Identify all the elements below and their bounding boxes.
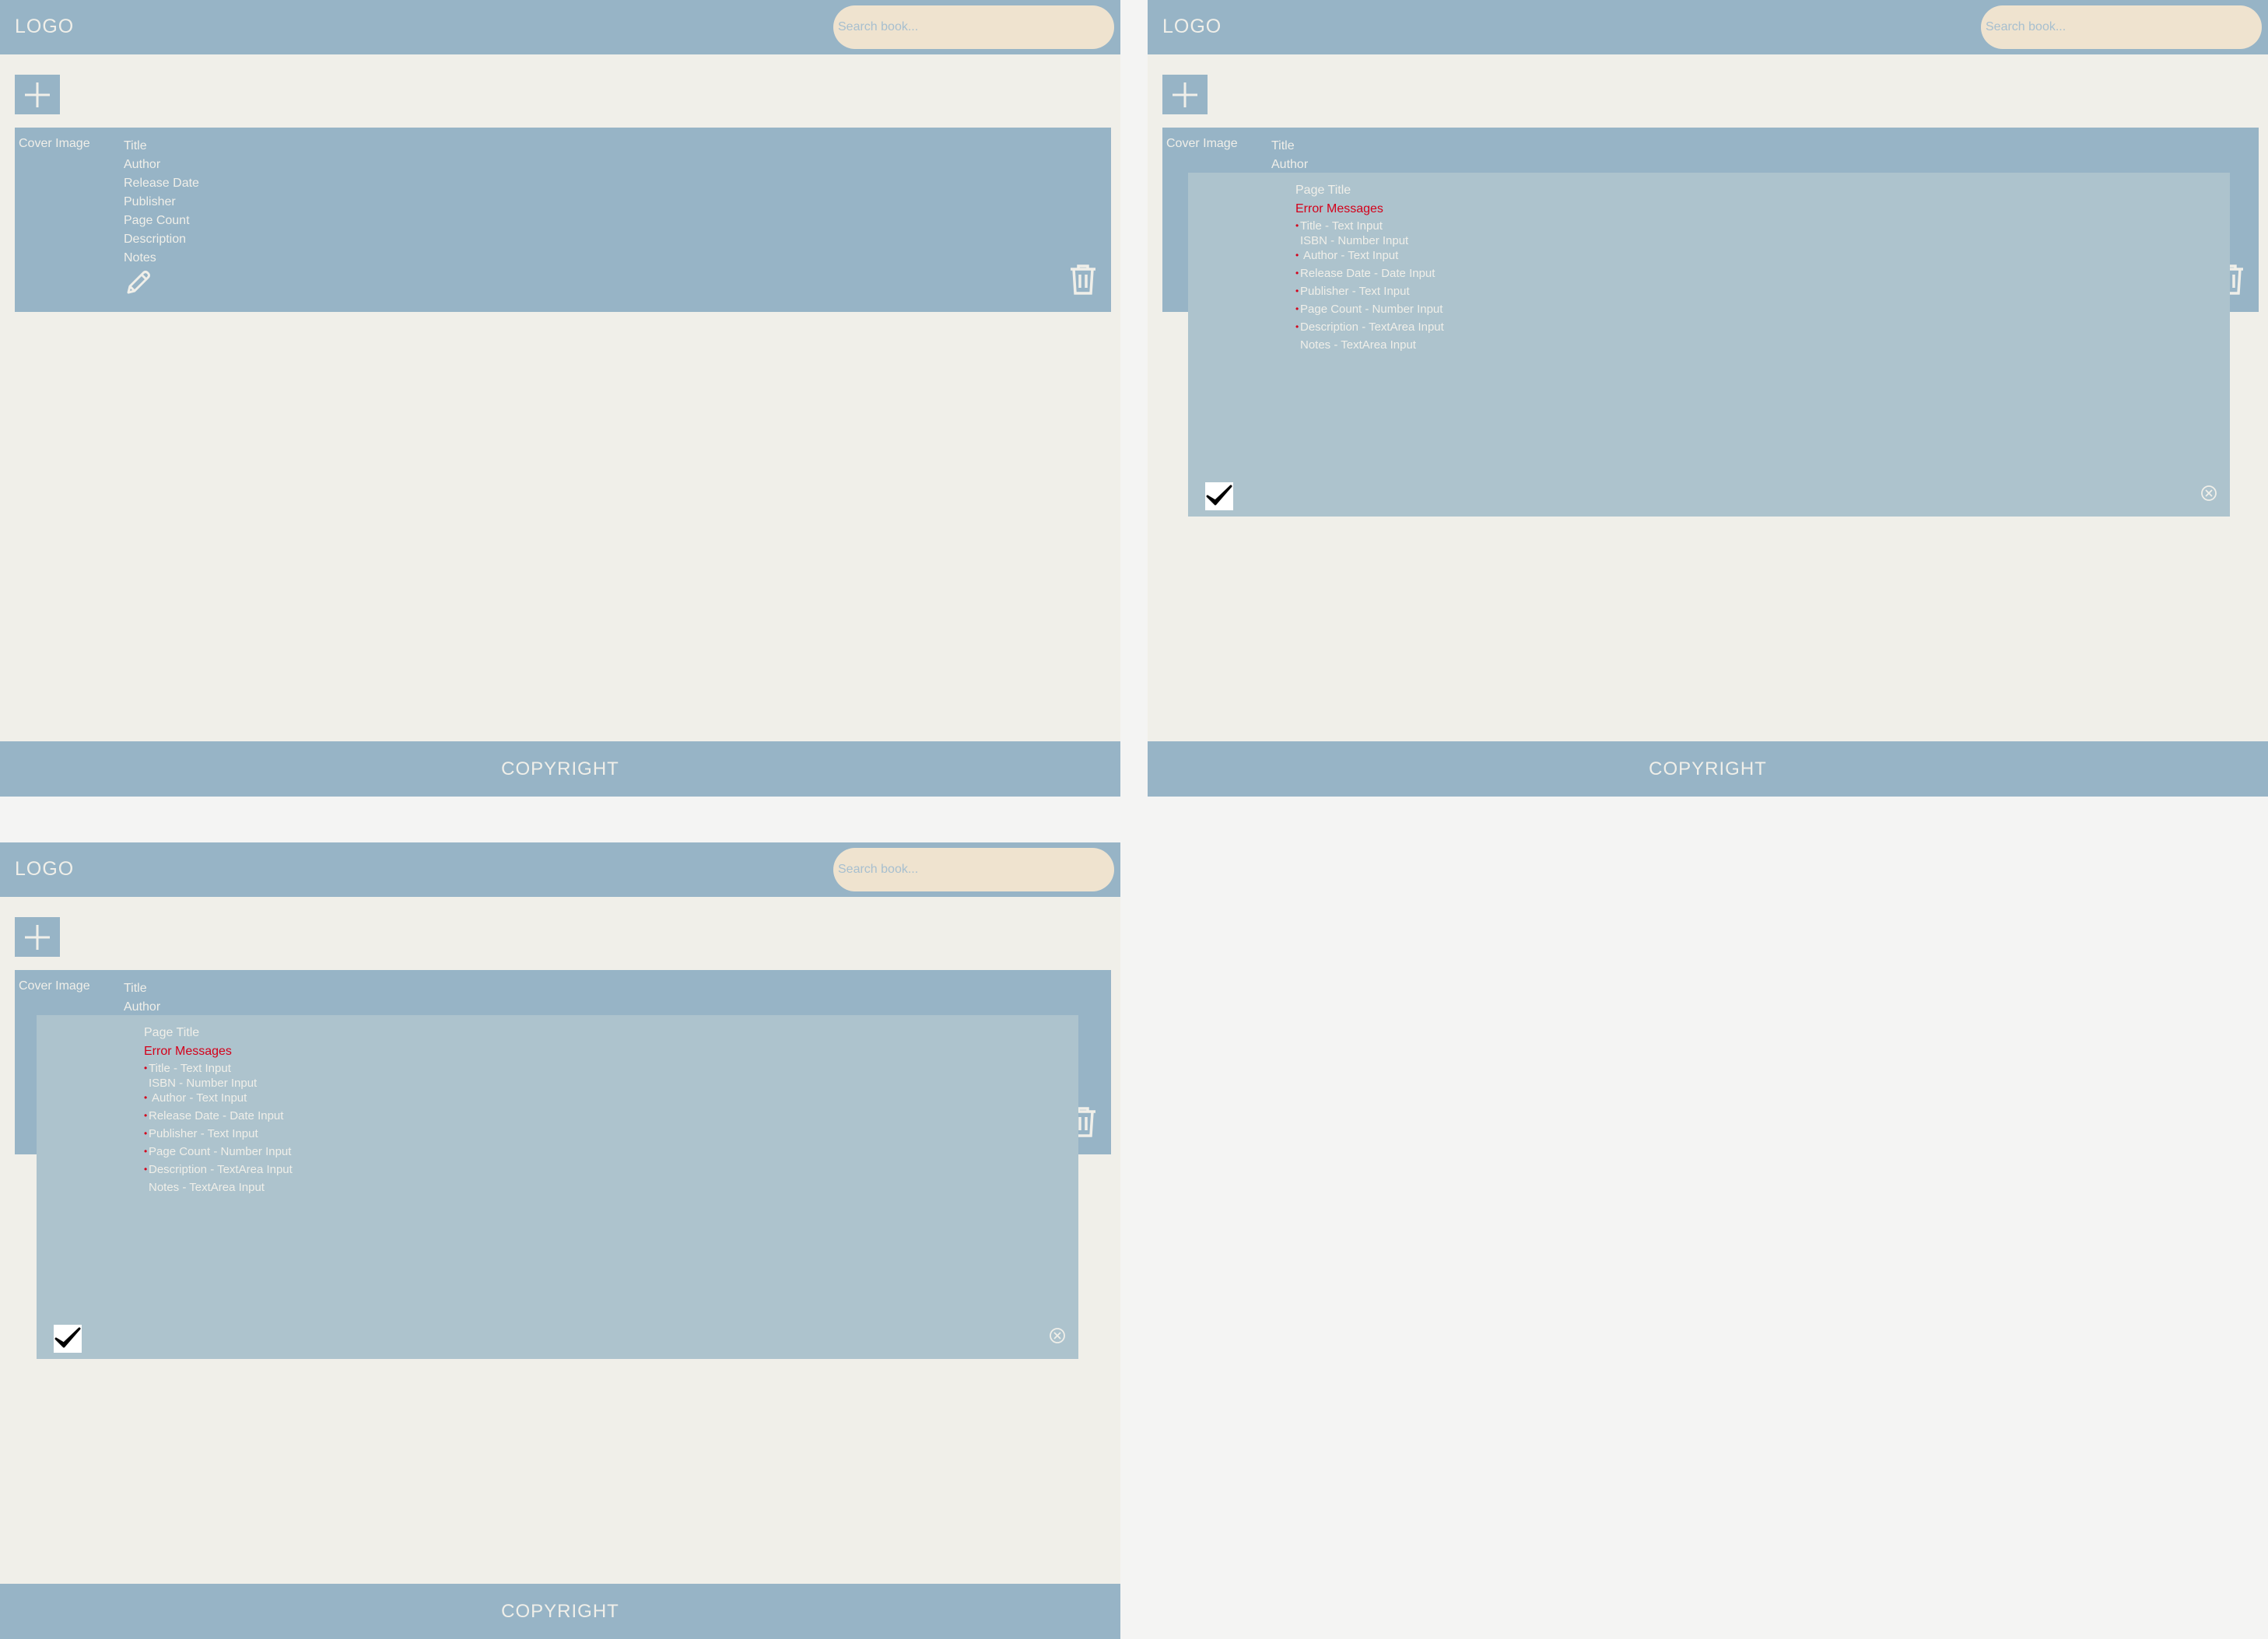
form-fields: • Title - Text Input ISBN - Number Input … [144, 1061, 293, 1198]
book-details: Title Author [124, 979, 160, 1017]
search-input[interactable] [833, 5, 1114, 49]
close-circle-icon [2201, 485, 2217, 501]
edit-book-modal: Page Title Error Messages • Title - Text … [37, 1015, 1078, 1359]
release-date-input[interactable]: • Release Date - Date Input [1295, 266, 1444, 284]
author-input[interactable]: • Author - Text Input [144, 1091, 293, 1108]
search-input[interactable] [833, 848, 1114, 891]
required-marker: • [144, 1092, 148, 1103]
page-count-input[interactable]: • Page Count - Number Input [1295, 302, 1444, 320]
book-page-count: Page Count [124, 214, 190, 227]
copyright: COPYRIGHT [501, 1601, 619, 1622]
delete-button[interactable] [1067, 262, 1099, 296]
logo[interactable]: LOGO [15, 858, 74, 881]
error-messages: Error Messages [1295, 202, 1383, 215]
header: LOGO [0, 842, 1120, 897]
required-marker: • [144, 1110, 148, 1121]
header: LOGO [0, 0, 1120, 54]
isbn-input[interactable]: ISBN - Number Input [1295, 233, 1444, 248]
notes-input[interactable]: Notes - TextArea Input [144, 1180, 293, 1198]
book-release-date: Release Date [124, 177, 199, 190]
book-title: Title [124, 139, 147, 152]
modal-content: Page Title Error Messages • Title - Text … [144, 1024, 293, 1198]
modal-title: Page Title [1295, 184, 1351, 197]
search-input[interactable] [1981, 5, 2262, 49]
logo[interactable]: LOGO [15, 16, 74, 38]
checkmark-icon [1206, 485, 1232, 506]
plus-icon [25, 82, 50, 107]
cover-image: Cover Image [19, 979, 90, 993]
plus-icon [25, 924, 50, 950]
required-marker: • [144, 1164, 148, 1175]
publisher-input[interactable]: • Publisher - Text Input [1295, 284, 1444, 302]
required-marker: • [1295, 268, 1299, 278]
footer: COPYRIGHT [0, 1584, 1120, 1639]
copyright: COPYRIGHT [501, 758, 619, 779]
logo[interactable]: LOGO [1162, 16, 1222, 38]
required-marker: • [144, 1146, 148, 1157]
edit-book-modal: Page Title Error Messages • Title - Text … [1188, 173, 2230, 517]
edit-book-frame-alt: LOGO Cover Image Title Author Page Title… [0, 842, 1120, 1639]
add-book-button[interactable] [15, 75, 60, 114]
book-title: Title [124, 982, 147, 995]
required-marker: • [144, 1063, 148, 1073]
modal-title: Page Title [144, 1026, 200, 1039]
book-author: Author [1271, 158, 1309, 171]
book-details: Title Author Release Date Publisher Page… [124, 137, 199, 268]
page-count-input[interactable]: • Page Count - Number Input [144, 1144, 293, 1162]
cover-image: Cover Image [19, 137, 90, 150]
release-date-input[interactable]: • Release Date - Date Input [144, 1108, 293, 1126]
trash-icon [1071, 264, 1095, 295]
book-list-frame: LOGO Cover Image Title Author Release Da… [0, 0, 1120, 797]
book-card: Cover Image Title Author Release Date Pu… [15, 128, 1111, 312]
checkmark-icon [54, 1327, 81, 1348]
description-input[interactable]: • Description - TextArea Input [1295, 320, 1444, 338]
book-author: Author [124, 158, 161, 171]
title-input[interactable]: • Title - Text Input [1295, 219, 1444, 233]
required-marker: • [1295, 220, 1299, 231]
close-button[interactable] [2200, 484, 2218, 503]
required-marker: • [1295, 303, 1299, 314]
cover-image: Cover Image [1166, 137, 1238, 150]
confirm-button[interactable] [1205, 482, 1233, 510]
title-input[interactable]: • Title - Text Input [144, 1061, 293, 1076]
copyright: COPYRIGHT [1649, 758, 1767, 779]
add-book-button[interactable] [1162, 75, 1208, 114]
add-book-button[interactable] [15, 917, 60, 957]
edit-button[interactable] [122, 268, 153, 299]
book-author: Author [124, 1000, 161, 1014]
modal-content: Page Title Error Messages • Title - Text … [1295, 181, 1444, 355]
close-circle-icon [1050, 1328, 1065, 1343]
error-messages: Error Messages [144, 1045, 232, 1058]
author-input[interactable]: • Author - Text Input [1295, 248, 1444, 266]
pencil-icon [127, 271, 150, 294]
header: LOGO [1148, 0, 2268, 54]
book-title: Title [1271, 139, 1295, 152]
book-description: Description [124, 233, 187, 246]
book-publisher: Publisher [124, 195, 176, 208]
footer: COPYRIGHT [0, 741, 1120, 797]
plus-icon [1173, 82, 1197, 107]
close-button[interactable] [1048, 1326, 1067, 1345]
book-details: Title Author [1271, 137, 1308, 174]
book-notes: Notes [124, 251, 156, 264]
required-marker: • [144, 1128, 148, 1139]
confirm-button[interactable] [54, 1325, 82, 1353]
form-fields: • Title - Text Input ISBN - Number Input … [1295, 219, 1444, 355]
required-marker: • [1295, 285, 1299, 296]
description-input[interactable]: • Description - TextArea Input [144, 1162, 293, 1180]
required-marker: • [1295, 321, 1299, 332]
isbn-input[interactable]: ISBN - Number Input [144, 1076, 293, 1091]
footer: COPYRIGHT [1148, 741, 2268, 797]
required-marker: • [1295, 250, 1299, 261]
notes-input[interactable]: Notes - TextArea Input [1295, 338, 1444, 355]
publisher-input[interactable]: • Publisher - Text Input [144, 1126, 293, 1144]
edit-book-frame: LOGO Cover Image Title Author Page Title… [1148, 0, 2268, 797]
